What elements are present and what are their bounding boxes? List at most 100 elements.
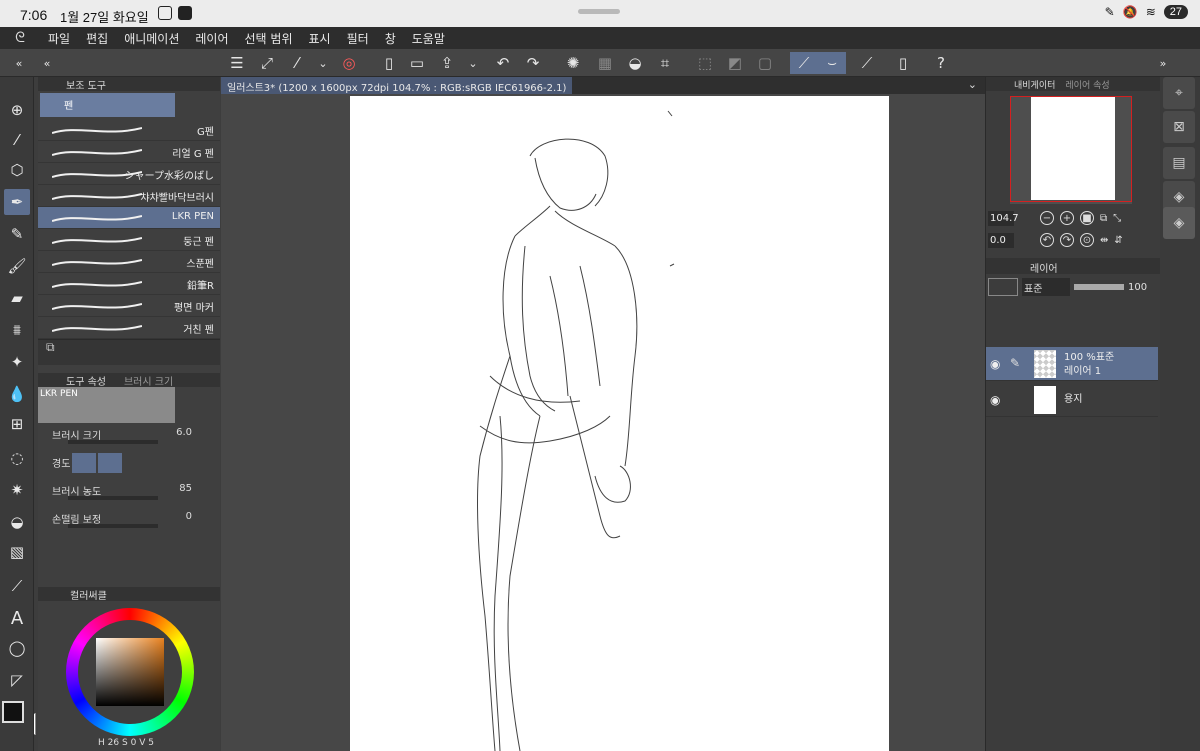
pencil-tool-icon[interactable]: ✎ [4, 221, 30, 247]
zoom-in-icon[interactable]: + [1060, 211, 1074, 225]
eyedropper-tool-icon[interactable]: ⁄ [4, 127, 30, 153]
navigator-tab[interactable]: 내비게이터 [1014, 78, 1055, 91]
selection-border-icon[interactable]: ▢ [754, 52, 776, 74]
subtool-item[interactable]: 거친 펜 [38, 317, 220, 339]
eraser-tool-icon[interactable]: ▰ [4, 285, 30, 311]
menu-layer[interactable]: 레이어 [187, 30, 236, 47]
stabilization-row[interactable]: 손떨림 보정 0 [38, 507, 220, 535]
drawing-canvas[interactable] [350, 96, 889, 751]
fill-tool-icon[interactable]: ◒ [4, 509, 30, 535]
fit-icon[interactable]: ■ [1080, 211, 1094, 225]
settings-icon[interactable]: ⧉ [46, 340, 55, 355]
subtool-item[interactable]: シャープ水彩のばし [38, 163, 220, 185]
menu-selection[interactable]: 선택 범위 [237, 30, 301, 47]
subtool-item[interactable]: G펜 [38, 119, 220, 141]
menu-view[interactable]: 표시 [301, 30, 339, 47]
stabilization-slider[interactable] [68, 524, 158, 528]
export-icon[interactable]: ⇪ [436, 52, 458, 74]
collapse-left2-icon[interactable]: « [36, 52, 58, 74]
transform-icon[interactable]: ⤢ [256, 52, 278, 74]
blend-mode-select[interactable]: 표준 [1022, 278, 1070, 296]
saturation-value-square[interactable] [96, 638, 164, 706]
balloon-tool-icon[interactable]: ◯ [4, 635, 30, 661]
smartphone-icon[interactable]: ▯ [892, 52, 914, 74]
rotate-right-icon[interactable]: ↷ [1060, 233, 1074, 247]
ruler-tool-icon[interactable]: ◸ [4, 667, 30, 693]
layer-property-tab[interactable]: 레이어 속성 [1065, 78, 1109, 91]
subtool-item[interactable]: LKR PEN [38, 207, 220, 229]
chevron-down-icon[interactable]: ⌄ [312, 52, 334, 74]
color-circle-tab[interactable]: 컬러써클 [38, 587, 220, 602]
density-value[interactable]: 85 [179, 483, 192, 494]
tool-settings-icon[interactable]: ⌖ [1163, 77, 1195, 109]
special-ruler-snap-icon[interactable]: ⌣ [818, 52, 846, 74]
fit-window-icon[interactable]: ⤡ [1113, 213, 1121, 224]
menu-window[interactable]: 창 [377, 30, 404, 47]
move-tool-icon[interactable]: ⊕ [4, 97, 30, 123]
lasso-tool-icon[interactable]: ◌ [4, 445, 30, 471]
chevron-down-icon[interactable]: ⌄ [462, 52, 484, 74]
menu-file[interactable]: 파일 [40, 30, 78, 47]
crop-icon[interactable]: ⌗ [654, 52, 676, 74]
undo-icon[interactable]: ↶ [492, 52, 514, 74]
open-folder-icon[interactable]: ▭ [406, 52, 428, 74]
magic-wand-tool-icon[interactable]: ✷ [4, 477, 30, 503]
stabilization-value[interactable]: 0 [186, 511, 192, 522]
hardness-row[interactable]: 경도 [38, 451, 220, 479]
subtool-group-pen[interactable]: 펜 [40, 93, 175, 117]
brush-tool-icon[interactable]: 🖌 [4, 253, 30, 279]
airbrush-tool-icon[interactable]: ⩩ [4, 317, 30, 343]
navigator-preview[interactable] [1010, 96, 1132, 204]
menu-help[interactable]: 도움말 [404, 30, 453, 47]
document-tab[interactable]: 일러스트3* (1200 x 1600px 72dpi 104.7% : RGB… [221, 77, 573, 94]
tool-property-tab[interactable]: 도구 속성 브러시 크기 [38, 373, 220, 388]
subtool-tab[interactable]: 보조 도구 [38, 77, 220, 92]
brush-size-slider[interactable] [68, 440, 158, 444]
pen-tool-icon[interactable]: ✒ [4, 189, 30, 215]
figure-tool-icon[interactable]: ⟋ [4, 573, 30, 599]
layer-color-swatch[interactable] [988, 278, 1018, 296]
grid-snap-icon[interactable]: ⟋ [856, 52, 878, 74]
loading-icon[interactable]: ✺ [562, 52, 584, 74]
layer-panel-tab[interactable]: 레이어 [986, 258, 1161, 275]
record-icon[interactable]: ◎ [338, 52, 360, 74]
eye-icon[interactable]: ◉ [990, 393, 1000, 407]
subtool-item[interactable]: 리얼 G 펜 [38, 141, 220, 163]
image-icon[interactable]: ⊠ [1163, 111, 1195, 143]
eyedropper-icon[interactable]: ⁄ [286, 52, 308, 74]
brush-size-row[interactable]: 브러시 크기 6.0 [38, 423, 220, 451]
subtool-item[interactable]: 둥근 펜 [38, 229, 220, 251]
opacity-value[interactable]: 100 [1128, 282, 1147, 293]
clear-icon[interactable]: ▦ [594, 52, 616, 74]
menu-filter[interactable]: 필터 [339, 30, 377, 47]
opacity-slider[interactable] [1074, 284, 1124, 290]
decoration-tool-icon[interactable]: ✦ [4, 349, 30, 375]
multitask-handle[interactable] [578, 9, 620, 14]
subtool-item[interactable]: 평면 마커 [38, 295, 220, 317]
gradient-tool-icon[interactable]: ▧ [4, 539, 30, 565]
layer-panel-icon[interactable]: ◈ [1163, 207, 1195, 239]
menu-animation[interactable]: 애니메이션 [116, 30, 187, 47]
rotate-left-icon[interactable]: ↶ [1040, 233, 1054, 247]
menu-edit[interactable]: 편집 [78, 30, 116, 47]
brush-size-value[interactable]: 6.0 [176, 427, 192, 438]
collapse-left-icon[interactable]: « [8, 52, 30, 74]
collapse-right-icon[interactable]: » [1152, 52, 1174, 74]
flip-vertical-icon[interactable]: ⇵ [1114, 235, 1122, 246]
zoom-out-icon[interactable]: − [1040, 211, 1054, 225]
rotation-value[interactable]: 0.0 [988, 232, 1014, 248]
flip-horizontal-icon[interactable]: ⇹ [1100, 235, 1108, 246]
subtool-item[interactable]: 鉛筆R [38, 273, 220, 295]
hamburger-menu-icon[interactable]: ☰ [226, 52, 248, 74]
subtool-item[interactable]: 스푼펜 [38, 251, 220, 273]
ruler-snap-icon[interactable]: ⟋ [790, 52, 818, 74]
subtool-item[interactable]: 챠챠빨바닥브러시 [38, 185, 220, 207]
3d-tool-icon[interactable]: ⬡ [4, 157, 30, 183]
blend-tool-icon[interactable]: 💧 [4, 381, 30, 407]
deselect-icon[interactable]: ⬚ [694, 52, 716, 74]
app-logo-icon[interactable]: ᘓ [0, 30, 40, 46]
fill-icon[interactable]: ◒ [624, 52, 646, 74]
liquify-tool-icon[interactable]: ⊞ [4, 411, 30, 437]
invert-selection-icon[interactable]: ◩ [724, 52, 746, 74]
eye-icon[interactable]: ◉ [990, 357, 1000, 371]
